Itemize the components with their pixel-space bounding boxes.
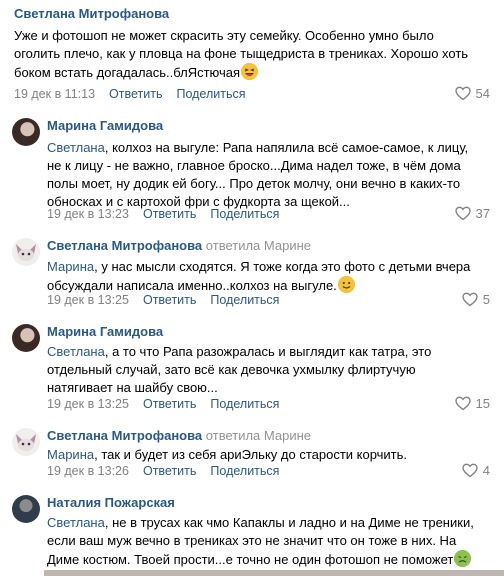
comment-date[interactable]: 19 дек в 13:23: [47, 207, 129, 221]
comment-date[interactable]: 19 дек в 11:13: [14, 87, 95, 101]
comment-text-line-content: боком встать догадалась..блЯстючая: [14, 65, 241, 80]
comment-text-line: Светлана, колхоз на выгуле: Рапа напялил…: [47, 139, 468, 157]
comment-author[interactable]: Светлана Митрофанова ответила Марине: [47, 428, 311, 443]
avatar[interactable]: [12, 428, 40, 456]
reply-button[interactable]: Ответить: [143, 397, 196, 411]
reply-button[interactable]: Ответить: [143, 293, 196, 307]
comment-text-line: оголить плечо, как у пловца на фоне тыще…: [14, 46, 469, 61]
share-button[interactable]: Поделиться: [210, 207, 279, 221]
replied-to-label: ответила Марине: [205, 428, 312, 443]
comment-text-line-content: обсуждали написала именно..колхоз на выг…: [47, 278, 337, 293]
comment-author[interactable]: Марина Гамидова: [47, 324, 163, 339]
like-button[interactable]: 15: [454, 396, 490, 411]
comment-meta: 19 дек в 13:26 Ответить Поделиться: [47, 464, 279, 478]
comment-text-line-content: Диме костюм. Твоей прости...е точно не о…: [47, 552, 454, 567]
comment-text-line: Марина, так и будет из себя ариЭльку до …: [47, 446, 407, 464]
nauseated-emoji-icon: [454, 550, 472, 567]
heart-outline-icon: [462, 292, 478, 307]
comment-text-line: отдельный случай, зато всё как девочка у…: [47, 362, 416, 377]
comment-text-line-content: , не в трусах как чмо Капаклы и ладно и …: [104, 515, 474, 530]
reply-button[interactable]: Ответить: [109, 87, 162, 101]
heart-outline-icon: [462, 463, 478, 478]
comment-author[interactable]: Наталия Пожарская: [47, 495, 175, 510]
comment-text-line: Светлана, а то что Рапа разожралась и вы…: [47, 343, 431, 361]
mention-link[interactable]: Светлана: [47, 515, 105, 530]
comment-meta: 19 дек в 13:25 Ответить Поделиться: [47, 293, 279, 307]
like-button[interactable]: 54: [454, 86, 490, 101]
comment-author[interactable]: Светлана Митрофанова ответила Марине: [47, 238, 311, 253]
comment-text-line: Светлана, не в трусах как чмо Капаклы и …: [47, 514, 474, 532]
share-button[interactable]: Поделиться: [210, 464, 279, 478]
reply-button[interactable]: Ответить: [143, 464, 196, 478]
comment-meta: 19 дек в 11:13 Ответить Поделиться: [14, 87, 246, 101]
comment-text-line: не к лицу - не важно, главное броско...Д…: [47, 158, 461, 173]
like-count: 37: [475, 206, 490, 221]
comment-author-name[interactable]: Светлана Митрофанова: [47, 238, 202, 253]
comment-text-line: Марина, у нас мысли сходятся. Я тоже ког…: [47, 258, 470, 276]
share-button[interactable]: Поделиться: [210, 293, 279, 307]
reply-button[interactable]: Ответить: [143, 207, 196, 221]
comment-date[interactable]: 19 дек в 13:25: [47, 397, 129, 411]
mention-link[interactable]: Марина: [47, 259, 94, 274]
comment-text-line: полы моет, ну додик ей богу... Про деток…: [47, 176, 461, 191]
comment-author-name[interactable]: Светлана Митрофанова: [47, 428, 202, 443]
laughing-emoji-icon: [241, 63, 259, 80]
heart-outline-icon: [454, 396, 471, 411]
like-count: 15: [475, 396, 490, 411]
comment-text-line-content: , у нас мысли сходятся. Я тоже когда это…: [94, 259, 471, 274]
comment-text-line-content: , а то что Рапа разожралась и выглядит к…: [104, 344, 432, 359]
comment-meta: 19 дек в 13:23 Ответить Поделиться: [47, 207, 279, 221]
share-button[interactable]: Поделиться: [176, 87, 245, 101]
replied-to-label: ответила Марине: [205, 238, 312, 253]
avatar[interactable]: [12, 495, 40, 523]
like-button[interactable]: 4: [462, 463, 490, 478]
comment-date[interactable]: 19 дек в 13:25: [47, 293, 129, 307]
attached-photo-preview[interactable]: [44, 570, 504, 576]
comment-text-line: Уже и фотошоп не может скрасить эту семе…: [14, 28, 434, 43]
comment-meta: 19 дек в 13:25 Ответить Поделиться: [47, 397, 279, 411]
heart-outline-icon: [454, 86, 471, 101]
avatar[interactable]: [12, 238, 40, 266]
comment-author[interactable]: Марина Гамидова: [47, 118, 163, 133]
avatar[interactable]: [12, 118, 40, 146]
comment-text-line: если ваш муж вечно в трениках это не зна…: [47, 533, 457, 548]
comment-author[interactable]: Светлана Митрофанова: [14, 6, 169, 21]
like-count: 4: [482, 463, 490, 478]
comment-text-line: натягивает на шайбу свою...: [47, 380, 218, 395]
mention-link[interactable]: Светлана: [47, 344, 105, 359]
comment-date[interactable]: 19 дек в 13:26: [47, 464, 129, 478]
heart-outline-icon: [454, 206, 471, 221]
avatar[interactable]: [12, 324, 40, 352]
comment-text-line: Диме костюм. Твоей прости...е точно не о…: [47, 550, 472, 569]
like-count: 54: [475, 86, 490, 101]
like-button[interactable]: 37: [454, 206, 490, 221]
comment-text-line-content: , так и будет из себя ариЭльку до старос…: [94, 447, 408, 462]
mention-link[interactable]: Марина: [47, 447, 94, 462]
mention-link[interactable]: Светлана: [47, 140, 105, 155]
comment-text-line: боком встать догадалась..блЯстючая: [14, 63, 259, 82]
like-count: 5: [482, 292, 490, 307]
share-button[interactable]: Поделиться: [210, 397, 279, 411]
comment-text-line-content: , колхоз на выгуле: Рапа напялила всё са…: [104, 140, 469, 155]
like-button[interactable]: 5: [462, 292, 490, 307]
smile-emoji-icon: [337, 276, 355, 293]
